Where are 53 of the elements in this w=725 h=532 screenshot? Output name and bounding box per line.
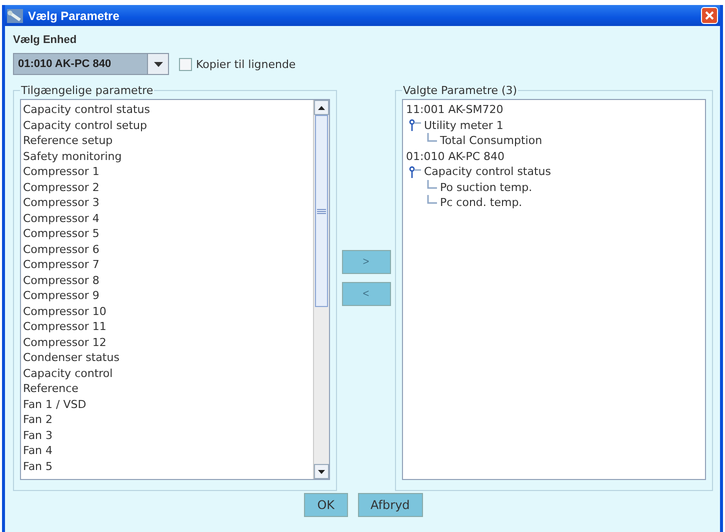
list-item[interactable]: Capacity control setup [23, 118, 311, 133]
list-item[interactable]: Fan 3 [23, 428, 311, 443]
list-item[interactable]: Compressor 4 [23, 210, 311, 226]
list-item[interactable]: Safety monitoring [23, 148, 311, 164]
list-item[interactable]: Compressor 6 [23, 242, 311, 257]
list-item[interactable]: Compressor 5 [23, 226, 311, 242]
list-item[interactable]: Compressor 9 [23, 288, 311, 304]
tree-item[interactable]: Capacity control status [424, 164, 551, 180]
tree-item[interactable]: Total Consumption [440, 133, 542, 148]
list-item[interactable]: Capacity control status [23, 102, 311, 118]
close-icon [704, 10, 715, 21]
list-item[interactable]: Compressor 10 [23, 304, 311, 319]
list-item[interactable]: Compressor 2 [23, 180, 311, 195]
device-dropdown[interactable]: 01:010 AK-PC 840 [13, 53, 169, 75]
list-item[interactable]: Fan 5 [23, 458, 311, 474]
list-item[interactable]: Capacity control [23, 366, 311, 381]
panel-title: Valgte Parametre (3) [402, 84, 518, 97]
tree-handle-icon[interactable] [409, 166, 421, 178]
tree-item[interactable]: 11:001 AK-SM720 [406, 102, 504, 118]
scroll-down-icon[interactable] [318, 470, 325, 474]
scrollbar[interactable] [313, 100, 329, 479]
list-item[interactable]: Compressor 7 [23, 257, 311, 272]
tree-item[interactable]: Pc cond. temp. [440, 195, 522, 210]
dialog-button[interactable]: OK [304, 493, 348, 517]
device-label: Vælg Enhed [13, 34, 78, 48]
copy-checkbox-label[interactable]: Kopier til lignende [179, 58, 296, 70]
list-item[interactable]: Compressor 3 [23, 195, 311, 210]
tree-line-icon [427, 180, 437, 188]
list-item[interactable]: Condenser status [23, 350, 311, 366]
close-button[interactable] [701, 7, 718, 24]
list-item[interactable]: Reference setup [23, 133, 311, 148]
wrench-icon [7, 8, 23, 22]
list-item[interactable]: Compressor 12 [23, 334, 311, 350]
tree-item[interactable]: Po suction temp. [440, 180, 532, 195]
checkbox[interactable] [179, 58, 192, 70]
tree-item[interactable]: Utility meter 1 [424, 118, 504, 133]
list-item[interactable]: Fan 4 [23, 443, 311, 458]
list-item[interactable]: Fan 1 / VSD [23, 396, 311, 412]
list-item[interactable]: Reference [23, 381, 311, 396]
list-item[interactable]: Compressor 8 [23, 272, 311, 288]
list-item[interactable]: Compressor 1 [23, 164, 311, 180]
tree-line-icon [427, 133, 437, 142]
tree-line-icon [427, 195, 437, 204]
dialog-button[interactable]: Afbryd [358, 493, 423, 517]
grip-icon[interactable] [317, 208, 326, 214]
caret-icon [154, 62, 162, 66]
window-title: Vælg Parametre [28, 8, 120, 22]
tree-item[interactable]: 01:010 AK-PC 840 [406, 148, 505, 164]
list-item[interactable]: Fan 2 [23, 412, 311, 428]
list-item[interactable]: Compressor 11 [23, 319, 311, 334]
panel-title: Tilgængelige parametre [20, 84, 154, 97]
tree-handle-icon[interactable] [409, 119, 421, 132]
scroll-up-icon[interactable] [318, 106, 325, 110]
